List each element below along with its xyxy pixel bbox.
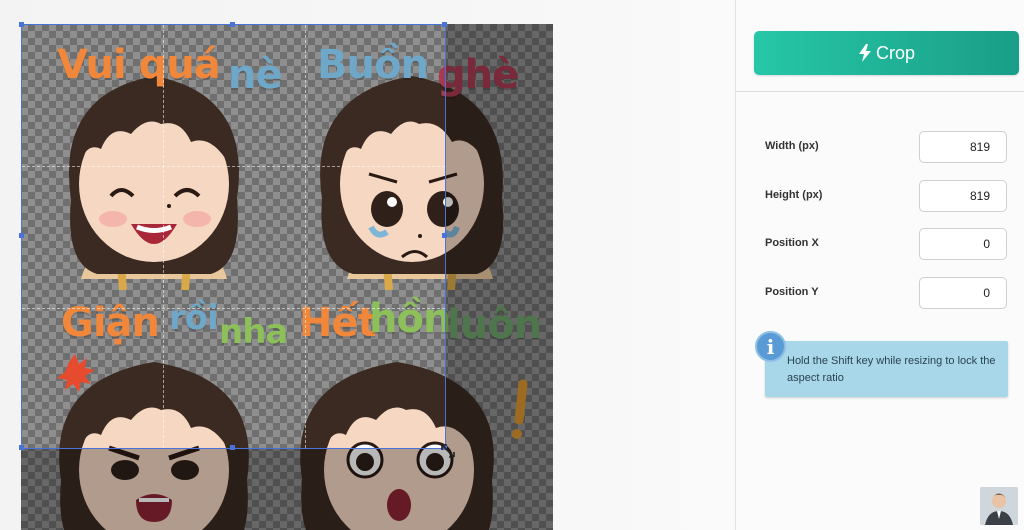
width-label: Width (px) bbox=[765, 140, 819, 152]
position-x-label: Position X bbox=[765, 237, 819, 249]
crop-handle-left[interactable] bbox=[19, 233, 24, 238]
crop-handle-top[interactable] bbox=[230, 22, 235, 27]
crop-handle-bottom[interactable] bbox=[230, 445, 235, 450]
position-x-input[interactable] bbox=[919, 228, 1007, 260]
person-icon bbox=[980, 487, 1018, 525]
width-input[interactable] bbox=[919, 131, 1007, 163]
crop-settings-panel: Crop Width (px) Height (px) Position X P… bbox=[735, 0, 1024, 530]
panel-divider bbox=[736, 91, 1024, 92]
crop-handle-top-right[interactable] bbox=[442, 22, 447, 27]
crop-handle-right[interactable] bbox=[442, 233, 447, 238]
height-label: Height (px) bbox=[765, 189, 823, 201]
position-y-label: Position Y bbox=[765, 286, 819, 298]
crop-grid-line bbox=[22, 308, 445, 309]
info-icon: i bbox=[755, 331, 786, 362]
height-field-row: Height (px) bbox=[765, 180, 1010, 212]
crop-button-label: Crop bbox=[875, 42, 915, 63]
crop-selection-box[interactable] bbox=[19, 22, 447, 450]
image-editor-canvas: Vui quá nè Buồn ghè Giận rồi nha Hết hồn… bbox=[0, 0, 735, 530]
crop-grid-line bbox=[163, 25, 164, 448]
crop-outside-mask-bottom bbox=[21, 449, 446, 530]
crop-handle-bottom-left[interactable] bbox=[19, 445, 24, 450]
info-message-text: Hold the Shift key while resizing to loc… bbox=[787, 355, 996, 384]
info-message-box: i Hold the Shift key while resizing to l… bbox=[755, 331, 1008, 397]
crop-button[interactable]: Crop bbox=[754, 31, 1019, 75]
presenter-webcam-avatar bbox=[980, 487, 1018, 525]
position-y-field-row: Position Y bbox=[765, 277, 1010, 309]
crop-grid-line bbox=[305, 25, 306, 448]
width-field-row: Width (px) bbox=[765, 131, 1010, 163]
resize-cursor-icon bbox=[441, 444, 455, 458]
crop-handle-top-left[interactable] bbox=[19, 22, 24, 27]
position-x-field-row: Position X bbox=[765, 228, 1010, 260]
lightning-bolt-icon bbox=[858, 44, 871, 62]
position-y-input[interactable] bbox=[919, 277, 1007, 309]
height-input[interactable] bbox=[919, 180, 1007, 212]
crop-grid-line bbox=[22, 166, 445, 167]
crop-outside-mask-right bbox=[446, 24, 553, 530]
